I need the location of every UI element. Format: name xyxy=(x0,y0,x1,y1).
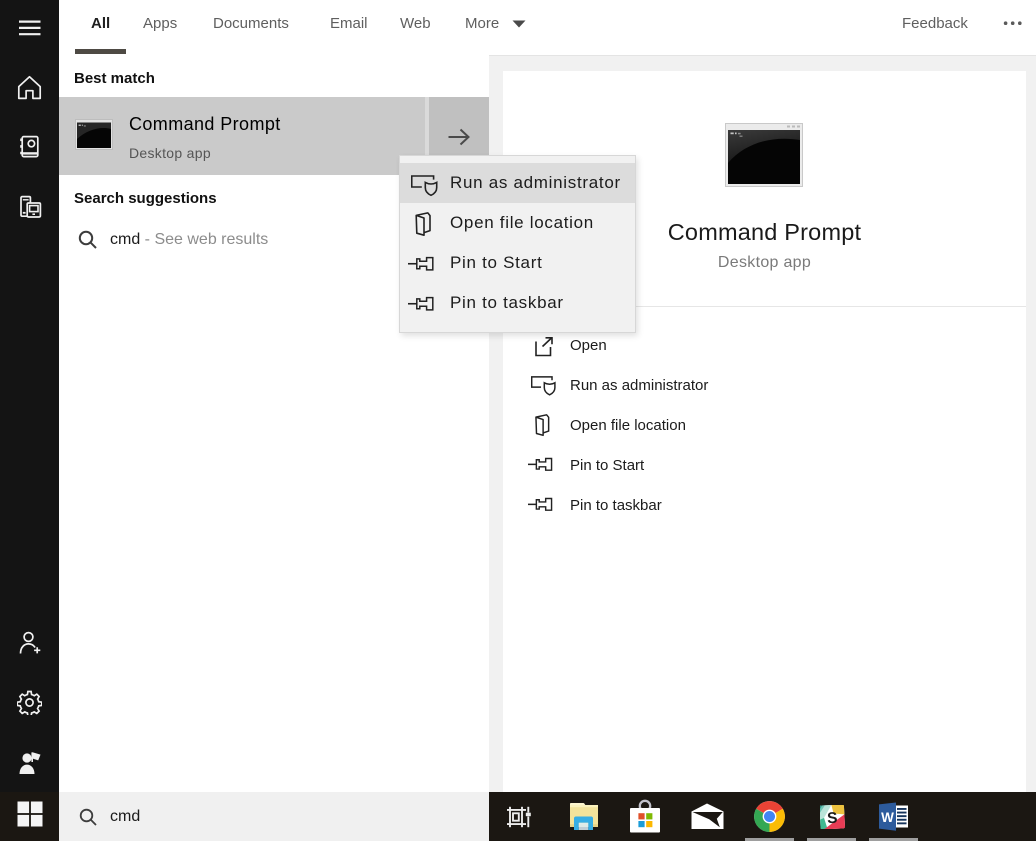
svg-text:S: S xyxy=(826,810,837,828)
svg-text:W: W xyxy=(881,810,894,825)
